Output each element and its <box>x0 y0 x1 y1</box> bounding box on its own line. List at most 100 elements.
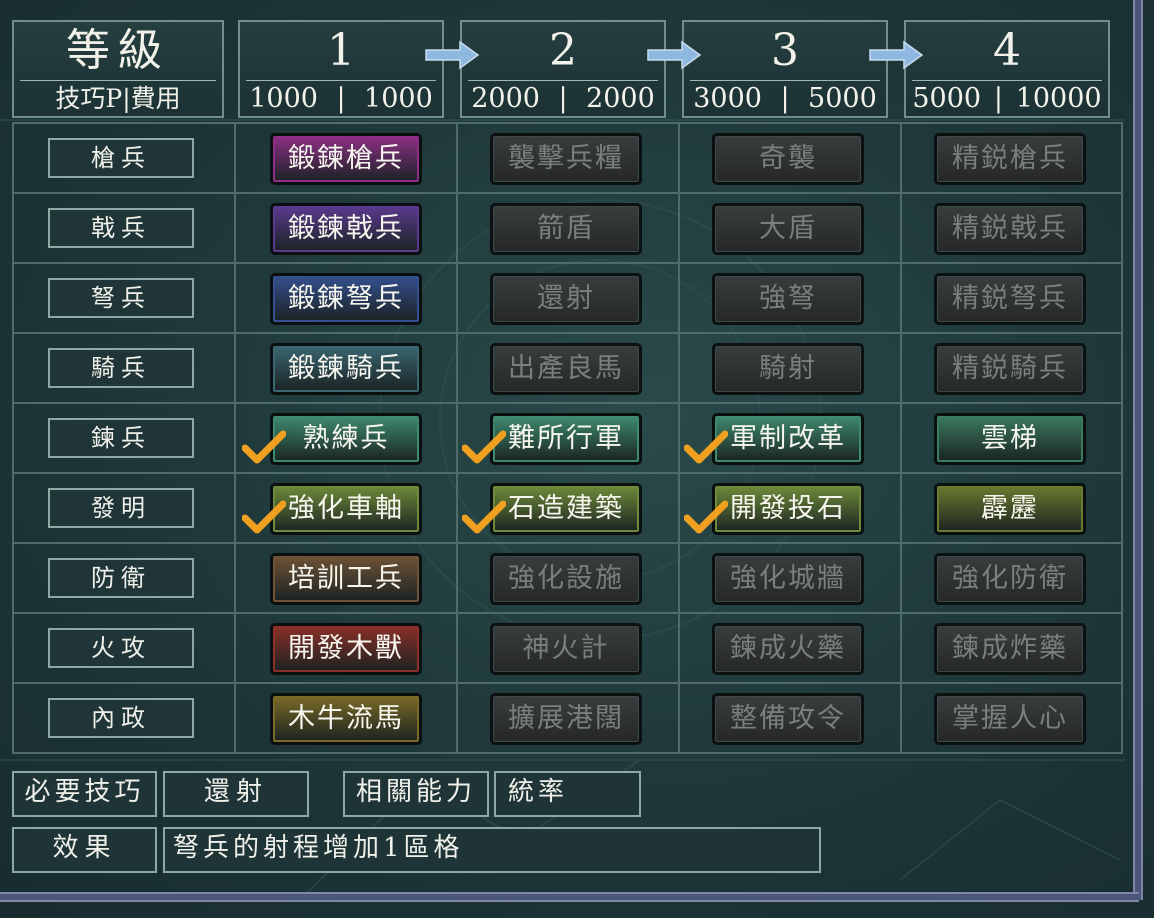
tech-button-r8-c4[interactable]: 鍊成炸藥 <box>934 623 1086 675</box>
cost-separator: | <box>558 83 568 114</box>
tech-button-r4-c3[interactable]: 騎射 <box>712 343 864 395</box>
level-column-1: 1 1000 | 1000 <box>238 20 444 118</box>
tech-button-r8-c1[interactable]: 開發木獸 <box>270 623 422 675</box>
tech-button-r4-c2[interactable]: 出產良馬 <box>490 343 642 395</box>
level-column-2: 2 2000 | 2000 <box>460 20 666 118</box>
row-label: 戟兵 <box>48 208 194 248</box>
tech-button-r6-c1[interactable]: 強化車軸 <box>270 483 422 535</box>
effect-description: 弩兵的射程增加1區格 <box>163 827 821 873</box>
row-divider <box>12 542 1123 544</box>
level-column-3: 3 3000 | 5000 <box>682 20 888 118</box>
checkmark-icon <box>462 430 506 464</box>
row-divider <box>12 612 1123 614</box>
column-divider <box>456 122 458 754</box>
tech-button-r3-c1[interactable]: 鍛鍊弩兵 <box>270 273 422 325</box>
required-skill-label: 必要技巧 <box>12 771 157 817</box>
tech-button-r2-c4[interactable]: 精鋭戟兵 <box>934 203 1086 255</box>
tech-button-r7-c4[interactable]: 強化防衛 <box>934 553 1086 605</box>
level-label: 等級 <box>66 25 170 76</box>
row-label: 弩兵 <box>48 278 194 318</box>
header-divider <box>468 80 658 81</box>
tech-points-value: 3000 <box>693 83 762 114</box>
level-costs: 3000 | 5000 <box>684 84 886 114</box>
column-divider <box>678 122 680 754</box>
column-divider <box>1121 122 1123 754</box>
cost-value: 10000 <box>1015 83 1102 114</box>
tech-button-r2-c1[interactable]: 鍛鍊戟兵 <box>270 203 422 255</box>
tech-button-r9-c1[interactable]: 木牛流馬 <box>270 693 422 745</box>
tech-button-r5-c1[interactable]: 熟練兵 <box>270 413 422 465</box>
tech-button-r8-c2[interactable]: 神火計 <box>490 623 642 675</box>
right-arrow-icon <box>647 40 702 70</box>
tech-button-r4-c1[interactable]: 鍛鍊騎兵 <box>270 343 422 395</box>
tech-button-r3-c4[interactable]: 精鋭弩兵 <box>934 273 1086 325</box>
tech-button-r6-c4[interactable]: 霹靂 <box>934 483 1086 535</box>
tech-button-r2-c3[interactable]: 大盾 <box>712 203 864 255</box>
header-divider <box>246 80 436 81</box>
tech-button-r1-c4[interactable]: 精鋭槍兵 <box>934 133 1086 185</box>
column-divider <box>900 122 902 754</box>
cost-separator: | <box>993 83 1003 114</box>
row-label: 發明 <box>48 488 194 528</box>
tech-points-value: 5000 <box>912 83 982 114</box>
row-label: 槍兵 <box>48 138 194 178</box>
right-arrow-icon <box>869 40 924 70</box>
column-divider <box>234 122 236 754</box>
effect-label: 效果 <box>12 827 157 873</box>
tech-button-r7-c3[interactable]: 強化城牆 <box>712 553 864 605</box>
row-label: 鍊兵 <box>48 418 194 458</box>
cost-label: 技巧P|費用 <box>55 84 181 113</box>
level-number: 4 <box>993 25 1021 76</box>
tech-button-r1-c3[interactable]: 奇襲 <box>712 133 864 185</box>
tech-button-r4-c4[interactable]: 精鋭騎兵 <box>934 343 1086 395</box>
level-costs: 2000 | 2000 <box>462 84 664 114</box>
cost-separator: | <box>780 83 790 114</box>
checkmark-icon <box>462 500 506 534</box>
tech-button-r5-c3[interactable]: 軍制改革 <box>712 413 864 465</box>
level-column-4: 4 5000 | 10000 <box>904 20 1110 118</box>
right-arrow-icon <box>425 40 480 70</box>
row-label: 防衛 <box>48 558 194 598</box>
row-divider <box>12 402 1123 404</box>
tech-button-r5-c2[interactable]: 難所行軍 <box>490 413 642 465</box>
tech-button-r2-c2[interactable]: 箭盾 <box>490 203 642 255</box>
tech-button-r9-c4[interactable]: 掌握人心 <box>934 693 1086 745</box>
tech-button-r3-c2[interactable]: 還射 <box>490 273 642 325</box>
level-costs: 1000 | 1000 <box>240 84 442 114</box>
cost-value: 1000 <box>364 83 433 114</box>
row-divider <box>12 682 1123 684</box>
tech-button-r1-c2[interactable]: 襲擊兵糧 <box>490 133 642 185</box>
row-label: 騎兵 <box>48 348 194 388</box>
tech-points-value: 1000 <box>249 83 318 114</box>
tech-button-r5-c4[interactable]: 雲梯 <box>934 413 1086 465</box>
row-label: 火攻 <box>48 628 194 668</box>
level-costs: 5000 | 10000 <box>906 84 1108 114</box>
required-skill-value: 還射 <box>163 771 309 817</box>
tech-button-r1-c1[interactable]: 鍛鍊槍兵 <box>270 133 422 185</box>
tech-button-r9-c3[interactable]: 整備攻令 <box>712 693 864 745</box>
level-number: 2 <box>549 25 577 76</box>
cost-separator: | <box>336 83 346 114</box>
row-divider <box>12 262 1123 264</box>
cost-value: 2000 <box>586 83 655 114</box>
checkmark-icon <box>684 430 728 464</box>
tech-button-r9-c2[interactable]: 擴展港闊 <box>490 693 642 745</box>
level-number: 1 <box>327 25 355 76</box>
tech-points-value: 2000 <box>471 83 540 114</box>
header-divider <box>912 80 1102 81</box>
related-ability-value: 統率 <box>494 771 641 817</box>
tech-button-r6-c2[interactable]: 石造建築 <box>490 483 642 535</box>
tech-button-r7-c2[interactable]: 強化設施 <box>490 553 642 605</box>
right-frame <box>1133 0 1143 900</box>
tech-button-r3-c3[interactable]: 強弩 <box>712 273 864 325</box>
header-divider <box>20 80 216 81</box>
bottom-frame <box>0 892 1139 902</box>
cost-value: 5000 <box>808 83 877 114</box>
row-divider <box>12 192 1123 194</box>
tech-button-r6-c3[interactable]: 開發投石 <box>712 483 864 535</box>
level-header-cell: 等級技巧P|費用 <box>12 20 224 118</box>
tech-button-r8-c3[interactable]: 鍊成火藥 <box>712 623 864 675</box>
checkmark-icon <box>242 500 286 534</box>
tech-button-r7-c1[interactable]: 培訓工兵 <box>270 553 422 605</box>
row-divider <box>12 472 1123 474</box>
